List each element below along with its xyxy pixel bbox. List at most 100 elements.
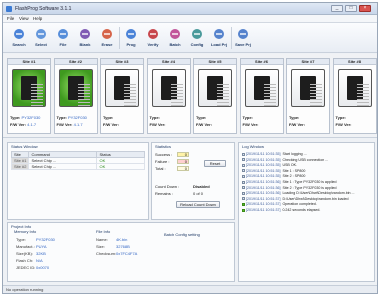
row-site: Site #2	[10, 163, 30, 170]
row-status: OK	[96, 163, 145, 170]
countdown-stat: Count Down : Disabled	[155, 184, 210, 189]
site-type-row: Type:	[150, 115, 160, 120]
log-message: Site 2 : SP800	[282, 174, 306, 179]
info-value: 32KB	[36, 251, 46, 256]
reset-button[interactable]: Reset	[204, 160, 226, 167]
info-value: 32768B	[116, 244, 130, 249]
reload-countdown-button[interactable]: Reload Count Down	[176, 201, 220, 208]
toolbar-button-save-prj[interactable]: Save Prj	[233, 25, 253, 51]
site-type-label: Type:	[10, 115, 21, 120]
site-fw-row: F/W Ver:	[196, 122, 212, 127]
menu-file[interactable]: File	[7, 16, 14, 22]
toolbar-button-config[interactable]: Config	[187, 25, 207, 51]
log-message: D:\User\Dhwl\Desktop\random.bin loaded	[282, 196, 349, 201]
failure-value: 0	[177, 159, 189, 164]
chip-pin	[356, 99, 369, 100]
info-key: Size:	[96, 244, 105, 249]
site-card[interactable]: Site #4 Type: F/W Ver:	[146, 58, 191, 134]
site-type-label: Type:	[103, 115, 114, 120]
toolbar-label: Search	[12, 42, 26, 47]
minimize-button[interactable]: _	[331, 5, 343, 12]
chip-pin	[124, 90, 136, 91]
toolbar-button-blank[interactable]: Blank	[75, 25, 95, 51]
site-name: Site #5	[194, 59, 236, 65]
chip-pin	[124, 84, 136, 85]
site-card[interactable]: Site #8 Type: F/W Ver:	[332, 58, 377, 134]
chip-pin	[263, 99, 276, 100]
menu-view[interactable]: View	[19, 16, 29, 22]
site-fw-row: F/W Ver:	[243, 122, 259, 127]
toolbar-button-erase[interactable]: Erase	[97, 25, 117, 51]
toolbar-button-load-prj[interactable]: Load Prj	[209, 25, 229, 51]
site-fw-label: F/W Ver:	[335, 122, 352, 127]
site-type-row: Type:	[336, 115, 346, 120]
info-icon	[242, 163, 245, 167]
maximize-button[interactable]: □	[345, 5, 357, 12]
chip-body	[300, 76, 322, 106]
chip-pin	[217, 84, 229, 85]
info-icon	[242, 180, 245, 184]
log-entry: [2019/11/11 10:51:37] Operation completed…	[242, 202, 372, 207]
log-timestamp: [2019/11/11 10:51:37]	[246, 196, 281, 201]
site-card[interactable]: Site #3 Type: F/W Ver:	[100, 58, 144, 134]
toolbar-button-prog[interactable]: Prog	[121, 25, 141, 51]
log-entry: [2019/11/11 10:51:36] Loading D:\User\Dhw…	[242, 191, 372, 196]
chip-socket-icon	[105, 69, 139, 107]
info-row: Type: PY32F030	[16, 236, 55, 243]
info-icon	[242, 169, 245, 173]
info-value: PY32F030	[36, 237, 55, 242]
chip-pin	[31, 102, 43, 103]
config-gear-icon	[190, 27, 204, 41]
site-type-label: Type:	[196, 115, 207, 120]
info-row: Size(KB): 32KB	[16, 250, 46, 257]
statistics-title: Statistics	[155, 144, 172, 149]
chip-pin	[170, 99, 183, 100]
total-label: Total :	[155, 166, 166, 171]
info-icon	[242, 152, 245, 156]
site-type-row: Type:	[196, 115, 206, 120]
table-row[interactable]: Site #2 Select Chip ... OK	[10, 163, 145, 170]
chip-pin	[356, 105, 369, 106]
site-card[interactable]: Site #6 Type: F/W Ver:	[239, 58, 284, 134]
site-card[interactable]: Site #1 Type: PY32F030 F/W Ver: 4.1.7	[7, 58, 51, 134]
toolbar-button-batch[interactable]: Batch	[165, 25, 185, 51]
success-check-icon	[242, 208, 245, 212]
site-card[interactable]: Site #2 Type: PY32F030 F/W Ver: 4.1.7	[53, 58, 98, 134]
chip-pin	[77, 93, 90, 94]
chip-pin	[77, 99, 90, 100]
log-entry: [2019/11/11 10:51:37] 0.242 seconds elaps…	[242, 208, 372, 213]
chip-body	[207, 76, 229, 106]
chip-pin	[310, 87, 322, 88]
info-key: JEDEC ID:	[16, 265, 36, 270]
log-window-title: Log Window	[242, 144, 265, 149]
remains-value: 0 of 0	[193, 191, 204, 196]
info-key: Size(KB):	[16, 251, 33, 256]
site-type-row: Type: PY32F030	[57, 115, 87, 120]
toolbar-button-verify[interactable]: Verify	[143, 25, 163, 51]
chip-pin	[310, 96, 322, 97]
toolbar-button-select[interactable]: Select	[31, 25, 51, 51]
info-icon	[242, 174, 245, 178]
chip-body	[160, 76, 183, 106]
statistics-panel: Statistics Success : 0 Failure : 0 Total…	[151, 142, 235, 220]
chip-pin	[77, 96, 90, 97]
countdown-state: Disabled	[193, 184, 210, 189]
site-fw-label: F/W Ver:	[149, 122, 166, 127]
chip-pin	[356, 84, 369, 85]
close-button[interactable]: ×	[359, 5, 371, 12]
menu-bar: File View Help	[3, 15, 377, 23]
toolbar-button-search[interactable]: Search	[9, 25, 29, 51]
site-card[interactable]: Site #7 Type: F/W Ver:	[286, 58, 330, 134]
chip-pin	[310, 105, 322, 106]
menu-help[interactable]: Help	[33, 16, 42, 22]
site-card[interactable]: Site #5 Type: F/W Ver:	[193, 58, 237, 134]
toolbar-button-file[interactable]: File	[53, 25, 73, 51]
site-fw-label: F/W Ver:	[103, 122, 120, 127]
info-row: Flash Ch: N/A	[16, 257, 43, 264]
toolbar-label: Batch	[169, 42, 181, 47]
success-stat: Success : 0	[155, 152, 189, 157]
chip-pin	[310, 93, 322, 94]
chip-socket-icon	[12, 69, 46, 107]
info-row: Name: 4K.bin	[96, 236, 127, 243]
site-type-label: Type:	[56, 115, 67, 120]
